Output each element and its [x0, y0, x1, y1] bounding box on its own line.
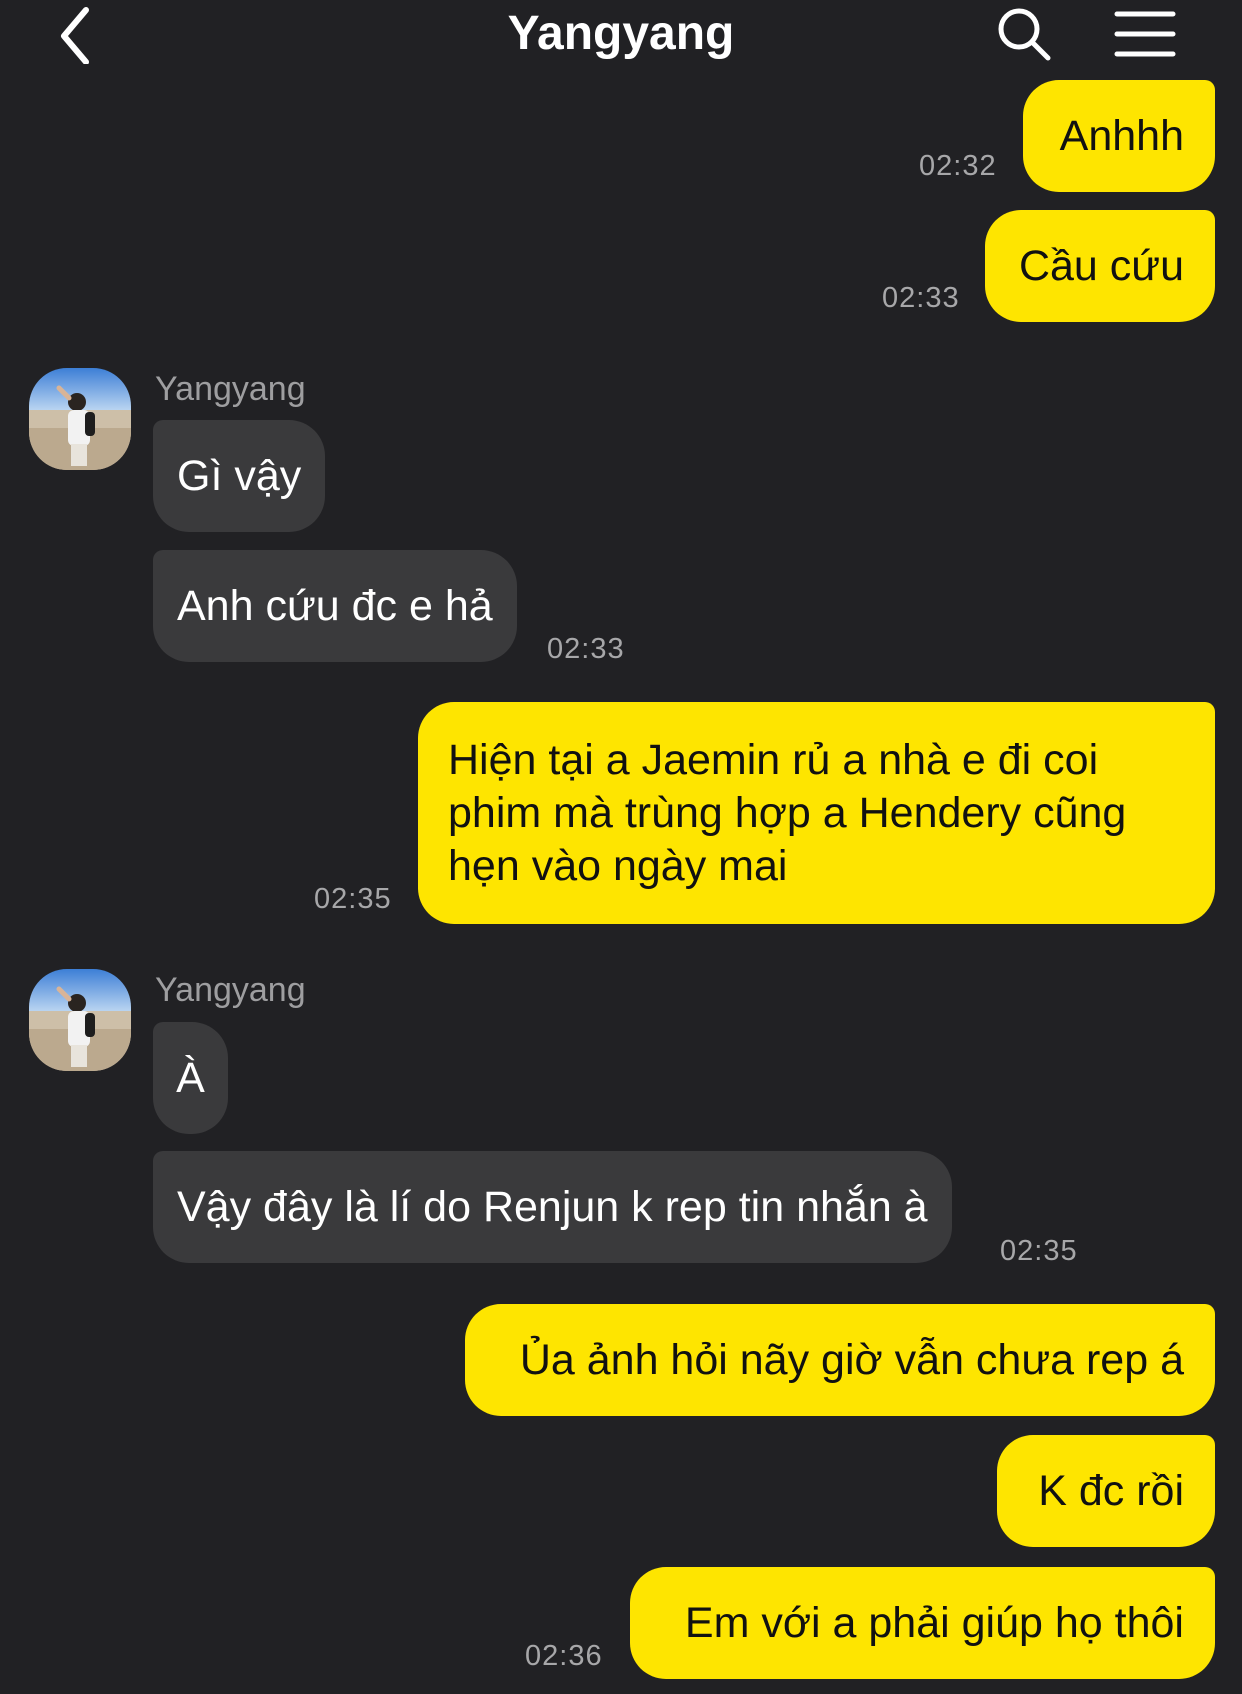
- message-text: Em với a phải giúp họ thôi: [684, 1598, 1184, 1647]
- message-time: 02:33: [547, 633, 625, 665]
- avatar-photo: [29, 969, 131, 1071]
- menu-icon: [1114, 11, 1176, 57]
- message-text: K đc rồi: [1038, 1466, 1184, 1515]
- incoming-message[interactable]: À: [153, 1022, 228, 1134]
- message-time: 02:33: [882, 282, 960, 314]
- avatar[interactable]: [29, 969, 131, 1071]
- message-text: Ủa ảnh hỏi nãy giờ vẫn chưa rep á: [519, 1335, 1184, 1384]
- outgoing-message[interactable]: Ủa ảnh hỏi nãy giờ vẫn chưa rep á: [465, 1304, 1215, 1416]
- message-text: Anhhh: [1059, 111, 1184, 160]
- message-time: 02:35: [1000, 1235, 1078, 1267]
- search-icon: [998, 8, 1051, 61]
- message-text: Cầu cứu: [1018, 241, 1184, 290]
- outgoing-message[interactable]: Cầu cứu: [985, 210, 1215, 322]
- message-text: Vậy đây là lí do Renjun k rep tin nhắn à: [177, 1182, 928, 1231]
- outgoing-message[interactable]: Anhhh: [1023, 80, 1215, 192]
- message-text: Anh cứu đc e hả: [177, 581, 493, 630]
- outgoing-message[interactable]: K đc rồi: [997, 1435, 1215, 1547]
- chat-header: Yangyang: [0, 0, 1242, 72]
- back-button[interactable]: [54, 4, 102, 65]
- sender-name: Yangyang: [155, 971, 306, 1009]
- search-button[interactable]: [996, 6, 1052, 62]
- message-text: Hiện tại a Jaemin rủ a nhà e đi coi phim…: [448, 735, 1127, 890]
- incoming-message[interactable]: Gì vậy: [153, 420, 326, 532]
- incoming-message[interactable]: Vậy đây là lí do Renjun k rep tin nhắn à: [153, 1151, 952, 1263]
- message-time: 02:32: [919, 150, 997, 182]
- outgoing-message[interactable]: Hiện tại a Jaemin rủ a nhà e đi coi phim…: [418, 702, 1215, 924]
- menu-button[interactable]: [1114, 6, 1176, 62]
- avatar-photo: [29, 368, 131, 470]
- avatar[interactable]: [29, 368, 131, 470]
- message-time: 02:35: [314, 883, 392, 915]
- back-chevron-icon: [61, 7, 89, 65]
- chat-title: Yangyang: [507, 7, 735, 60]
- outgoing-message[interactable]: Em với a phải giúp họ thôi: [630, 1567, 1215, 1679]
- sender-name: Yangyang: [155, 370, 306, 408]
- message-text: Gì vậy: [177, 451, 302, 500]
- message-text: À: [176, 1053, 205, 1102]
- incoming-message[interactable]: Anh cứu đc e hả: [153, 550, 517, 662]
- message-time: 02:36: [525, 1640, 603, 1672]
